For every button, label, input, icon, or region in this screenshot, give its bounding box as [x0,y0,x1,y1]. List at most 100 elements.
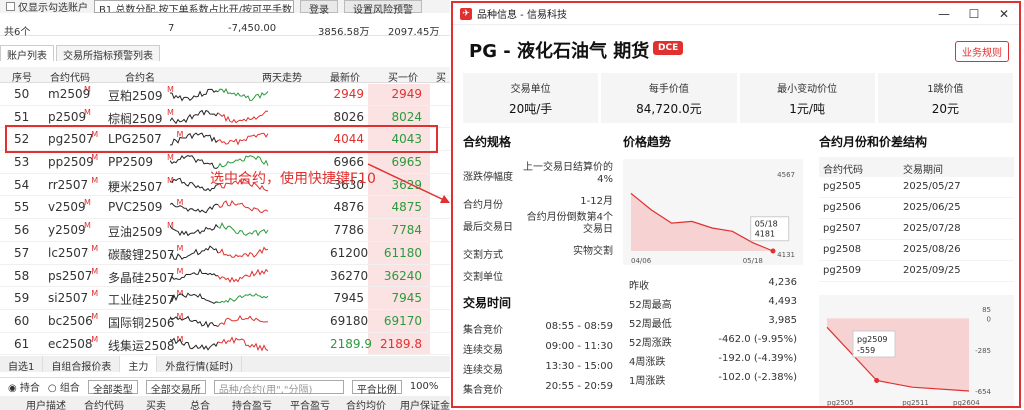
dialog-titlebar[interactable]: ✈ 品种信息 - 信易科技 — ☐ ✕ [453,3,1019,25]
combo-radio[interactable]: ○ 组合 [48,379,80,394]
stat-label: 交易单位 [510,84,551,95]
spec-row: 交割方式 实物交割 [463,240,613,262]
spec-value: 1-12月 [580,196,613,207]
close-ratio-label[interactable]: 平合比例 [351,379,402,396]
trend-stat-key: 52周最低 [629,319,672,330]
month-date: 2025/07/28 [903,223,961,234]
hold-radio[interactable]: ◉ 持合 [8,379,40,394]
trend-ytick: 4567 [777,171,795,179]
trend-point [770,248,776,254]
month-row[interactable]: pg2507 2025/07/28 [819,219,1014,240]
price-trend-chart: 4567 4131 04/06 05/18 05/18 4181 [623,159,803,265]
stat-value: 20吨/手 [508,102,553,116]
trend-stat-row: 52周涨跌 -462.0 (-9.95%) [623,330,803,349]
combo-label: 组合 [59,383,80,394]
tab-combo-quote[interactable]: 自组合报价表 [43,356,121,373]
spread-ytick: -285 [975,347,991,355]
month-date: 2025/09/25 [903,265,961,276]
price-trend-section: 价格趋势 4567 4131 04/06 05/18 05/18 4181 昨收 4,236… [623,133,803,387]
symbol-search-input[interactable]: 品种/合约(用","分隔) [213,379,344,396]
month-code: pg2507 [823,223,862,234]
spec-title: 合约规格 [463,135,512,149]
app-logo-icon: ✈ [460,7,472,20]
trend-tooltip-value: 4181 [755,230,775,239]
trend-stat-row: 52周最低 3,985 [623,311,803,330]
spec-row: 交割单位 [463,262,613,284]
spec-key: 最后交易日 [463,222,513,233]
trend-stat-row: 4周涨跌 -192.0 (-4.39%) [623,349,803,368]
pos-col-total[interactable]: 总合 [190,397,210,410]
bottom-tabs: 自选1 自组合报价表 主力 外盘行情(延时) [0,356,450,373]
product-info-dialog: ✈ 品种信息 - 信易科技 — ☐ ✕ PG - 液化石油气 期货 DCE 业务… [451,1,1021,408]
close-ratio-value: 100% [409,381,439,392]
spread-ytick: 0 [987,315,991,323]
month-date: 2025/06/25 [903,202,961,213]
trend-stat-key: 52周最高 [629,300,672,311]
tab-watchlist[interactable]: 自选1 [0,356,44,373]
stat-value: 1元/吨 [789,102,825,116]
spec-row: 涨跌停幅度 上一交易日结算价的4% [463,162,613,190]
month-row[interactable]: pg2508 2025/08/26 [819,240,1014,261]
pos-col-side[interactable]: 买卖 [146,397,166,410]
tab-main[interactable]: 主力 [120,356,158,373]
trend-title: 价格趋势 [623,135,672,149]
time-value: 08:55 - 08:59 [545,321,613,332]
months-table: 合约代码 交易期间 pg2505 2025/05/27 pg2506 2025/06/… [819,157,1014,282]
month-row[interactable]: pg2506 2025/06/25 [819,198,1014,219]
trend-stat-row: 1周涨跌 -102.0 (-2.38%) [623,368,803,387]
spec-value: 实物交割 [573,246,613,257]
spread-tooltip-code: pg2509 [857,335,888,344]
spread-xtick: pg2604 [953,399,980,407]
contract-spec-section: 合约规格 涨跌停幅度 上一交易日结算价的4% 合约月份 1-12月 最后交易日 合约月… [463,133,613,397]
time-row: 连续交易 09:00 - 11:30 [463,337,613,357]
month-date: 2025/05/27 [903,181,961,192]
pos-col-margin[interactable]: 用户保证金 [400,397,450,410]
months-col-code: 合约代码 [823,165,863,176]
key-stats: 交易单位 20吨/手 每手价值 84,720.0元 最小变动价位 1元/吨 1跳价值 2… [463,73,1013,123]
time-value: 09:00 - 11:30 [545,341,613,352]
month-code: pg2508 [823,244,862,255]
time-row: 连续交易 13:30 - 15:00 [463,357,613,377]
trend-stat-value: -462.0 (-9.95%) [718,334,797,345]
type-select[interactable]: 全部类型 [87,379,138,396]
tab-foreign[interactable]: 外盘行情(延时) [157,356,243,373]
trend-xtick: 05/18 [743,257,763,265]
trend-stat-row: 昨收 4,236 [623,273,803,292]
business-rules-button[interactable]: 业务规则 [955,41,1009,62]
minimize-icon[interactable]: — [929,7,959,21]
close-icon[interactable]: ✕ [989,7,1019,21]
stat-lot-value: 每手价值 84,720.0元 [601,73,737,123]
position-table-header: 用户描述 合约代码 买卖 总合 持合盈亏 平合盈亏 合约均价 用户保证金 [0,396,450,410]
spec-key: 合约月份 [463,200,503,211]
trend-stats: 昨收 4,236 52周最高 4,493 52周最低 3,985 52周涨跌 -462.… [623,273,803,387]
month-code: pg2505 [823,181,862,192]
dialog-title: 品种信息 - 信易科技 [477,10,567,21]
spread-area [827,318,969,391]
trend-stat-key: 1周涨跌 [629,376,666,387]
maximize-icon[interactable]: ☐ [959,7,989,21]
trend-ytick: 4131 [777,251,795,259]
pos-col-user[interactable]: 用户描述 [26,397,66,410]
stat-label: 最小变动价位 [777,84,838,95]
spread-ytick: 85 [982,306,991,314]
spec-value: 合约月份倒数第4个交易日 [526,212,613,235]
pos-col-close-pnl[interactable]: 平合盈亏 [290,397,330,410]
pos-col-avg[interactable]: 合约均价 [346,397,386,410]
spec-value: 上一交易日结算价的4% [523,162,613,185]
trend-stat-key: 4周涨跌 [629,357,666,368]
month-row[interactable]: pg2505 2025/05/27 [819,177,1014,198]
pos-col-pnl[interactable]: 持合盈亏 [232,397,272,410]
contract-months-section: 合约月份和价差结构 合约代码 交易期间 pg2505 2025/05/27 pg25… [819,133,1014,406]
trend-tooltip-date: 05/18 [755,220,778,229]
pos-col-code[interactable]: 合约代码 [84,397,124,410]
months-table-header: 合约代码 交易期间 [819,157,1014,177]
trend-stat-key: 52周涨跌 [629,338,672,349]
trend-xtick: 04/06 [631,257,652,265]
spread-point [874,377,880,383]
exchange-select[interactable]: 全部交易所 [145,379,206,396]
month-row[interactable]: pg2509 2025/09/25 [819,261,1014,282]
trend-stat-value: -102.0 (-2.38%) [718,372,797,383]
time-row: 集合竞价 20:55 - 20:59 [463,377,613,397]
trend-stat-value: 4,236 [768,277,797,288]
hold-label: 持合 [19,383,40,394]
